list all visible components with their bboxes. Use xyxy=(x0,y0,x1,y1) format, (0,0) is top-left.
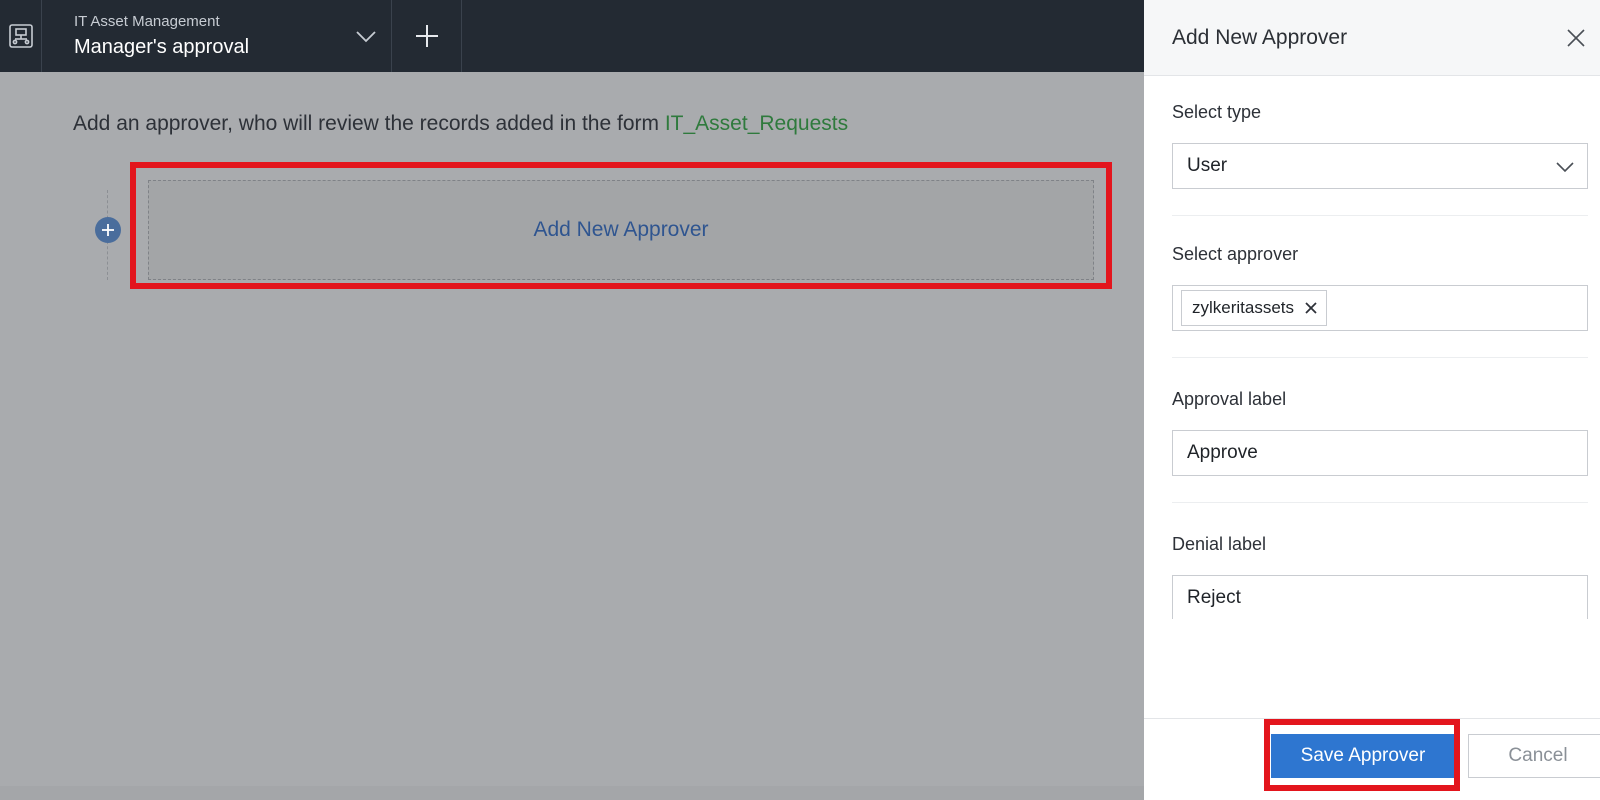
top-bar: IT Asset Management Manager's approval xyxy=(0,0,1144,72)
panel-footer: Save Approver Cancel xyxy=(1144,718,1600,800)
divider xyxy=(1172,357,1588,358)
add-approver-panel: Add New Approver Select type User Select… xyxy=(1144,0,1600,800)
approval-label-input[interactable]: Approve xyxy=(1172,430,1588,476)
add-step-button[interactable] xyxy=(95,217,121,243)
close-icon[interactable] xyxy=(1564,26,1588,50)
panel-title: Add New Approver xyxy=(1172,25,1348,49)
approval-label-value: Approve xyxy=(1187,442,1258,463)
flowchart-icon xyxy=(8,24,33,48)
remove-chip-icon[interactable] xyxy=(1304,301,1318,315)
divider xyxy=(1172,215,1588,216)
select-approver-input[interactable]: zylkeritassets xyxy=(1172,285,1588,331)
denial-label-input[interactable]: Reject xyxy=(1172,575,1588,619)
select-type-label: Select type xyxy=(1172,102,1262,122)
bottom-strip xyxy=(0,786,1144,800)
select-type-dropdown[interactable]: User xyxy=(1172,143,1588,189)
select-type-value: User xyxy=(1187,155,1228,176)
denial-label-section: Denial label Reject xyxy=(1144,534,1600,619)
approval-label-section: Approval label Approve xyxy=(1144,389,1600,503)
highlight-frame xyxy=(130,162,1112,289)
page-name: Manager's approval xyxy=(74,36,250,58)
app-name: IT Asset Management xyxy=(74,13,220,30)
divider xyxy=(1172,502,1588,503)
approver-chip-label: zylkeritassets xyxy=(1192,298,1295,317)
highlight-frame xyxy=(1264,719,1460,791)
form-link[interactable]: IT_Asset_Requests xyxy=(665,112,848,135)
intro-sentence: Add an approver, who will review the rec… xyxy=(73,112,665,135)
cancel-button[interactable]: Cancel xyxy=(1468,734,1600,778)
intro-text: Add an approver, who will review the rec… xyxy=(73,112,848,136)
panel-header: Add New Approver xyxy=(1144,0,1600,76)
denial-label-value: Reject xyxy=(1187,586,1241,608)
app-switcher[interactable]: IT Asset Management Manager's approval xyxy=(42,0,392,72)
select-type-section: Select type User xyxy=(1144,102,1600,216)
chevron-down-icon xyxy=(1556,162,1574,173)
select-approver-label: Select approver xyxy=(1172,244,1299,264)
plus-icon xyxy=(415,25,438,47)
app-icon-button[interactable] xyxy=(0,0,42,72)
add-tab-button[interactable] xyxy=(392,0,462,72)
approval-label-title: Approval label xyxy=(1172,389,1287,409)
approver-chip: zylkeritassets xyxy=(1181,290,1328,326)
chevron-down-icon[interactable] xyxy=(355,26,377,46)
denial-label-title: Denial label xyxy=(1172,534,1267,554)
plus-icon xyxy=(102,224,114,236)
select-approver-section: Select approver zylkeritassets xyxy=(1144,244,1600,358)
